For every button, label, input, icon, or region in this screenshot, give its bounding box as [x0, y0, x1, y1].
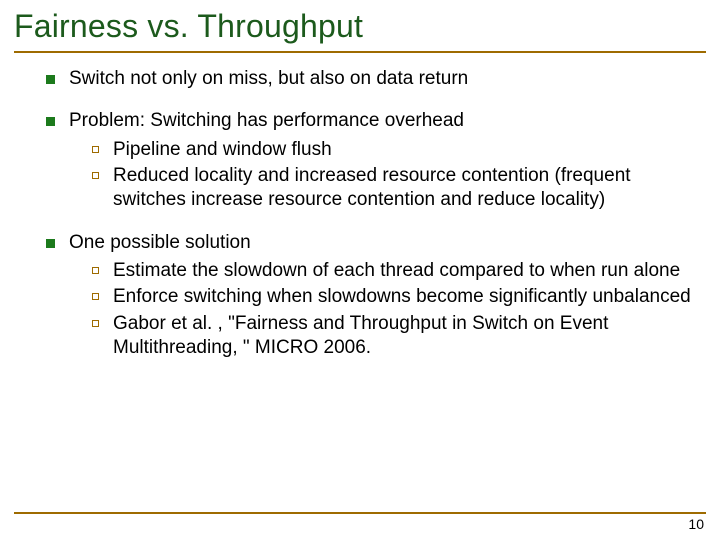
sub-list: Estimate the slowdown of each thread com… — [46, 259, 696, 360]
bullet-text: Problem: Switching has performance overh… — [69, 109, 464, 133]
square-bullet-icon — [46, 75, 55, 84]
slide-title: Fairness vs. Throughput — [14, 8, 706, 45]
bullet-level1: One possible solution Estimate the slowd… — [46, 231, 696, 361]
hollow-square-icon — [92, 172, 99, 179]
sub-bullet-text: Estimate the slowdown of each thread com… — [113, 259, 680, 283]
sub-bullet: Enforce switching when slowdowns become … — [92, 285, 696, 309]
bullet-level1: Problem: Switching has performance overh… — [46, 109, 696, 212]
hollow-square-icon — [92, 320, 99, 327]
sub-bullet-text: Pipeline and window flush — [113, 138, 332, 162]
sub-bullet-text: Gabor et al. , "Fairness and Throughput … — [113, 312, 696, 361]
sub-list: Pipeline and window flush Reduced locali… — [46, 138, 696, 213]
square-bullet-icon — [46, 117, 55, 126]
sub-bullet: Estimate the slowdown of each thread com… — [92, 259, 696, 283]
square-bullet-icon — [46, 239, 55, 248]
hollow-square-icon — [92, 267, 99, 274]
hollow-square-icon — [92, 146, 99, 153]
slide-body: Switch not only on miss, but also on dat… — [14, 53, 706, 360]
sub-bullet-text: Reduced locality and increased resource … — [113, 164, 696, 213]
page-number: 10 — [688, 516, 704, 532]
bullet-text: One possible solution — [69, 231, 251, 255]
sub-bullet-text: Enforce switching when slowdowns become … — [113, 285, 691, 309]
hollow-square-icon — [92, 293, 99, 300]
sub-bullet: Reduced locality and increased resource … — [92, 164, 696, 213]
bullet-level1: Switch not only on miss, but also on dat… — [46, 67, 696, 91]
slide: Fairness vs. Throughput Switch not only … — [0, 0, 720, 540]
sub-bullet: Pipeline and window flush — [92, 138, 696, 162]
sub-bullet: Gabor et al. , "Fairness and Throughput … — [92, 312, 696, 361]
footer-rule — [14, 512, 706, 514]
bullet-text: Switch not only on miss, but also on dat… — [69, 67, 468, 91]
